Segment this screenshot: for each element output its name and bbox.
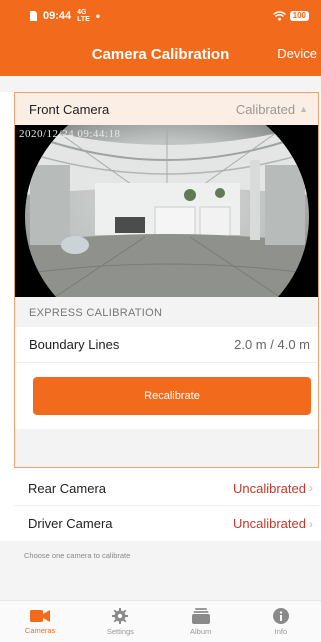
wifi-icon [272, 11, 286, 21]
tab-album[interactable]: Album [161, 601, 241, 642]
sim-icon [30, 11, 37, 21]
driver-camera-row[interactable]: Driver Camera Uncalibrated › [14, 506, 319, 541]
rear-camera-status-text: Uncalibrated [233, 480, 306, 496]
status-left: 09:44 4G LTE • [30, 9, 100, 23]
network-icon: 4G LTE [77, 9, 90, 23]
front-camera-status: Calibrated ▲ [236, 102, 308, 117]
nav-bar: Camera Calibration Device [0, 32, 321, 76]
rear-camera-row[interactable]: Rear Camera Uncalibrated › [14, 471, 319, 506]
front-camera-label: Front Camera [29, 101, 110, 117]
info-icon [272, 607, 289, 624]
camera-timestamp: 2020/12/24 09:44:18 [19, 128, 121, 140]
chevron-right-icon: › [309, 516, 313, 531]
hint-text: Choose one camera to calibrate [24, 551, 131, 560]
battery-icon: 100 [289, 11, 309, 21]
driver-camera-status: Uncalibrated › [233, 516, 313, 531]
tab-album-label: Album [189, 626, 212, 636]
rear-camera-label: Rear Camera [28, 480, 107, 496]
express-calibration-label: EXPRESS CALIBRATION [15, 297, 318, 327]
tab-settings-label: Settings [106, 626, 134, 636]
tab-info-label: Info [274, 626, 288, 636]
top-spacer [0, 76, 321, 92]
driver-camera-label: Driver Camera [28, 516, 113, 531]
tab-settings[interactable]: Settings [80, 601, 160, 642]
tab-bar: Cameras Settings Album Info [0, 600, 321, 642]
front-camera-card: Front Camera Calibrated ▲ 2020/12/24 09:… [14, 92, 319, 468]
card-bottom-spacer [15, 429, 318, 467]
boundary-lines-value: 2.0 m / 4.0 m [234, 337, 310, 352]
page-title: Camera Calibration [91, 45, 230, 63]
tab-cameras[interactable]: Cameras [0, 601, 80, 642]
boundary-lines-row[interactable]: Boundary Lines 2.0 m / 4.0 m [15, 327, 318, 363]
recalibrate-button[interactable]: Recalibrate [33, 377, 311, 415]
camera-preview: 2020/12/24 09:44:18 [15, 125, 318, 297]
notification-dot-icon: • [95, 9, 101, 23]
album-icon [191, 607, 210, 624]
chevron-right-icon: › [309, 481, 313, 495]
collapse-up-icon: ▲ [299, 104, 308, 114]
status-right: 100 [272, 11, 309, 21]
boundary-lines-label: Boundary Lines [29, 337, 120, 352]
camera-icon [30, 609, 51, 622]
front-camera-status-text: Calibrated [235, 101, 296, 117]
tab-info[interactable]: Info [241, 601, 321, 642]
front-camera-header[interactable]: Front Camera Calibrated ▲ [15, 93, 318, 125]
rear-camera-status: Uncalibrated › [233, 481, 313, 496]
tab-cameras-label: Cameras [24, 625, 56, 635]
status-time: 09:44 [43, 10, 72, 22]
driver-camera-status-text: Uncalibrated [233, 516, 306, 531]
hint-area: Choose one camera to calibrate [0, 541, 321, 600]
gear-icon [112, 607, 129, 624]
device-button[interactable]: Device [277, 46, 317, 61]
fisheye-office-image [15, 125, 318, 297]
status-bar: 09:44 4G LTE • 100 [0, 0, 321, 32]
